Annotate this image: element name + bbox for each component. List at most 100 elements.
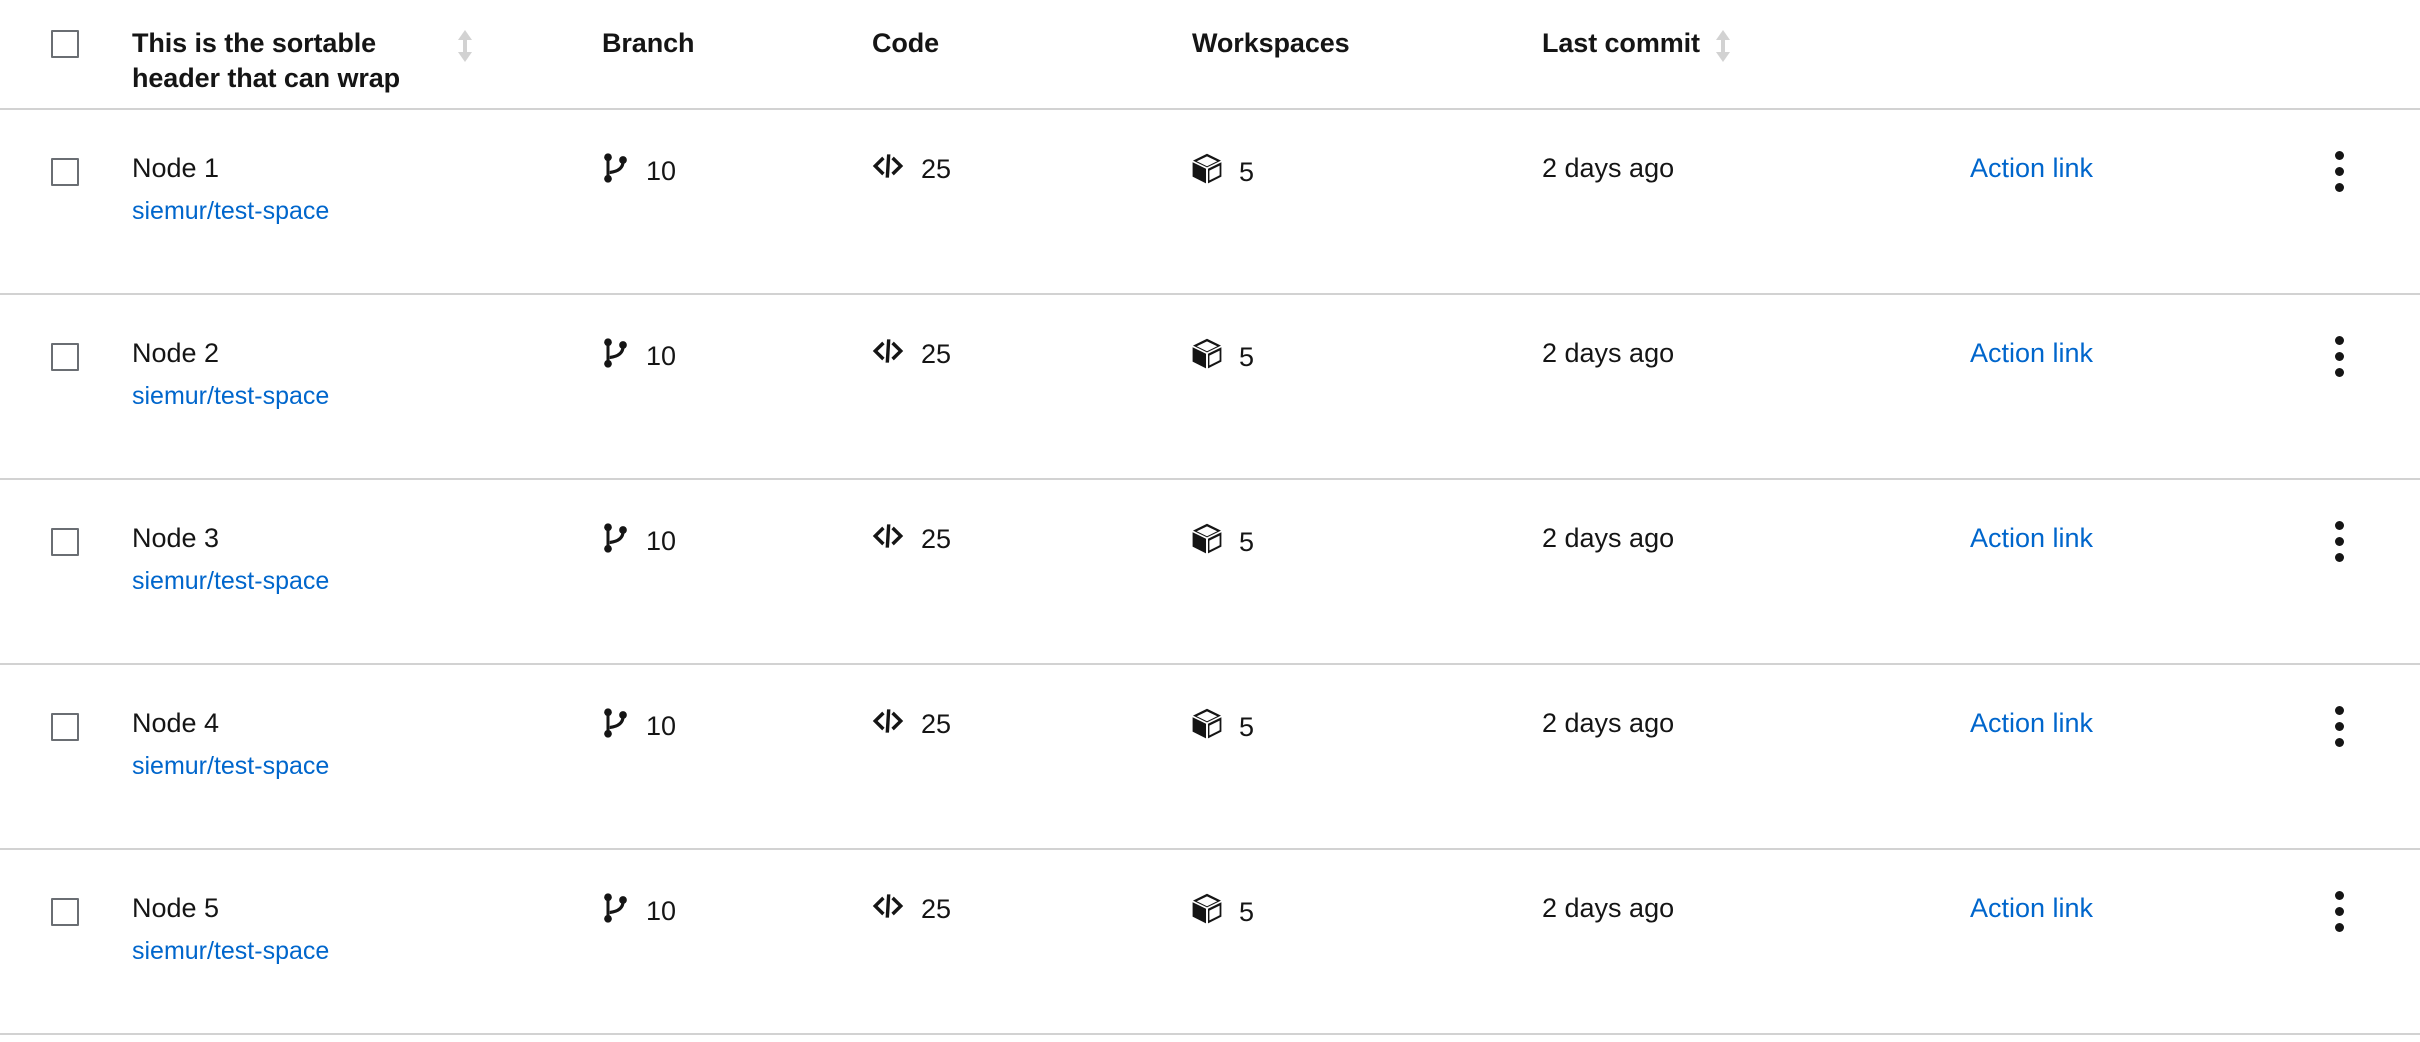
table-row: Node 3 siemur/test-space 10 25 5 2 days … [0,480,2420,665]
node-repo-link[interactable]: siemur/test-space [132,567,329,597]
last-commit-value: 2 days ago [1542,523,1675,553]
column-header-name-label: This is the sortable header that can wra… [132,28,401,93]
branch-cell: 10 [598,480,868,561]
code-count: 25 [921,154,952,184]
sort-up-down-icon[interactable] [456,29,474,63]
node-cell: Node 1 siemur/test-space [128,110,598,227]
column-header-workspaces: Workspaces [1188,0,1538,61]
kebab-vertical-icon[interactable] [2334,336,2344,377]
table-row: Node 2 siemur/test-space 10 25 5 2 days … [0,295,2420,480]
workspaces-cell: 5 [1188,480,1538,562]
code-branch-icon [602,153,629,191]
kebab-vertical-icon[interactable] [2334,151,2344,192]
code-branch-icon [602,523,629,561]
cube-icon [1192,893,1222,932]
code-cell: 25 [868,295,1188,372]
row-select-checkbox[interactable] [51,898,79,926]
row-select-checkbox[interactable] [51,158,79,186]
row-actions-cell [2298,665,2420,747]
row-select-checkbox[interactable] [51,713,79,741]
action-cell: Action link [1968,665,2298,740]
row-actions-cell [2298,480,2420,562]
table-row: Node 4 siemur/test-space 10 25 5 2 days … [0,665,2420,850]
code-cell: 25 [868,665,1188,742]
action-link[interactable]: Action link [1968,338,2093,368]
action-cell: Action link [1968,850,2298,925]
data-table: This is the sortable header that can wra… [0,0,2420,1035]
action-cell: Action link [1968,480,2298,555]
node-cell: Node 5 siemur/test-space [128,850,598,967]
action-cell: Action link [1968,110,2298,185]
node-repo-link[interactable]: siemur/test-space [132,937,329,967]
row-actions-cell [2298,295,2420,377]
node-repo-link[interactable]: siemur/test-space [132,382,329,412]
column-header-code: Code [868,0,1188,61]
action-link[interactable]: Action link [1968,708,2093,738]
kebab-dot [2334,722,2344,731]
last-commit-cell: 2 days ago [1538,295,1968,370]
column-header-action [1968,0,2298,26]
code-icon [872,153,904,187]
code-count: 25 [921,709,952,739]
last-commit-value: 2 days ago [1542,708,1675,738]
workspaces-count: 5 [1239,711,1255,742]
code-cell: 25 [868,480,1188,557]
kebab-vertical-icon[interactable] [2334,891,2344,932]
column-header-last-commit[interactable]: Last commit [1538,0,1968,63]
kebab-dot [2334,368,2344,377]
table-header-row: This is the sortable header that can wra… [0,0,2420,110]
kebab-dot [2334,352,2344,361]
code-cell: 25 [868,110,1188,187]
kebab-dot [2334,521,2344,530]
branch-count: 10 [646,156,677,186]
kebab-dot [2334,167,2344,176]
row-select-cell [0,295,128,371]
code-icon [872,338,904,372]
action-link[interactable]: Action link [1968,153,2093,183]
kebab-dot [2334,537,2344,546]
branch-count: 10 [646,341,677,371]
row-select-checkbox[interactable] [51,528,79,556]
kebab-dot [2334,891,2344,900]
select-all-checkbox[interactable] [51,30,79,58]
code-branch-icon [602,708,629,746]
row-select-checkbox[interactable] [51,343,79,371]
column-header-branch-label: Branch [602,28,695,58]
column-header-workspaces-label: Workspaces [1192,28,1350,58]
row-actions-cell [2298,110,2420,192]
code-icon [872,708,904,742]
column-header-name[interactable]: This is the sortable header that can wra… [128,0,598,95]
last-commit-cell: 2 days ago [1538,665,1968,740]
row-actions-cell [2298,850,2420,932]
last-commit-value: 2 days ago [1542,893,1675,923]
branch-count: 10 [646,896,677,926]
cube-icon [1192,523,1222,562]
branch-cell: 10 [598,110,868,191]
action-link[interactable]: Action link [1968,893,2093,923]
row-select-cell [0,480,128,556]
last-commit-cell: 2 days ago [1538,480,1968,555]
sort-up-down-icon[interactable] [1714,29,1732,63]
kebab-dot [2334,923,2344,932]
branch-cell: 10 [598,850,868,931]
code-count: 25 [921,339,952,369]
workspaces-cell: 5 [1188,665,1538,747]
code-branch-icon [602,893,629,931]
action-link[interactable]: Action link [1968,523,2093,553]
branch-cell: 10 [598,295,868,376]
column-header-branch: Branch [598,0,868,61]
node-cell: Node 2 siemur/test-space [128,295,598,412]
cube-icon [1192,338,1222,377]
workspaces-count: 5 [1239,896,1255,927]
node-repo-link[interactable]: siemur/test-space [132,197,329,227]
column-header-actions-menu [2298,0,2420,26]
workspaces-count: 5 [1239,526,1255,557]
kebab-vertical-icon[interactable] [2334,521,2344,562]
node-title: Node 1 [132,153,220,183]
kebab-dot [2334,336,2344,345]
node-repo-link[interactable]: siemur/test-space [132,752,329,782]
branch-cell: 10 [598,665,868,746]
kebab-dot [2334,553,2344,562]
branch-count: 10 [646,526,677,556]
kebab-vertical-icon[interactable] [2334,706,2344,747]
